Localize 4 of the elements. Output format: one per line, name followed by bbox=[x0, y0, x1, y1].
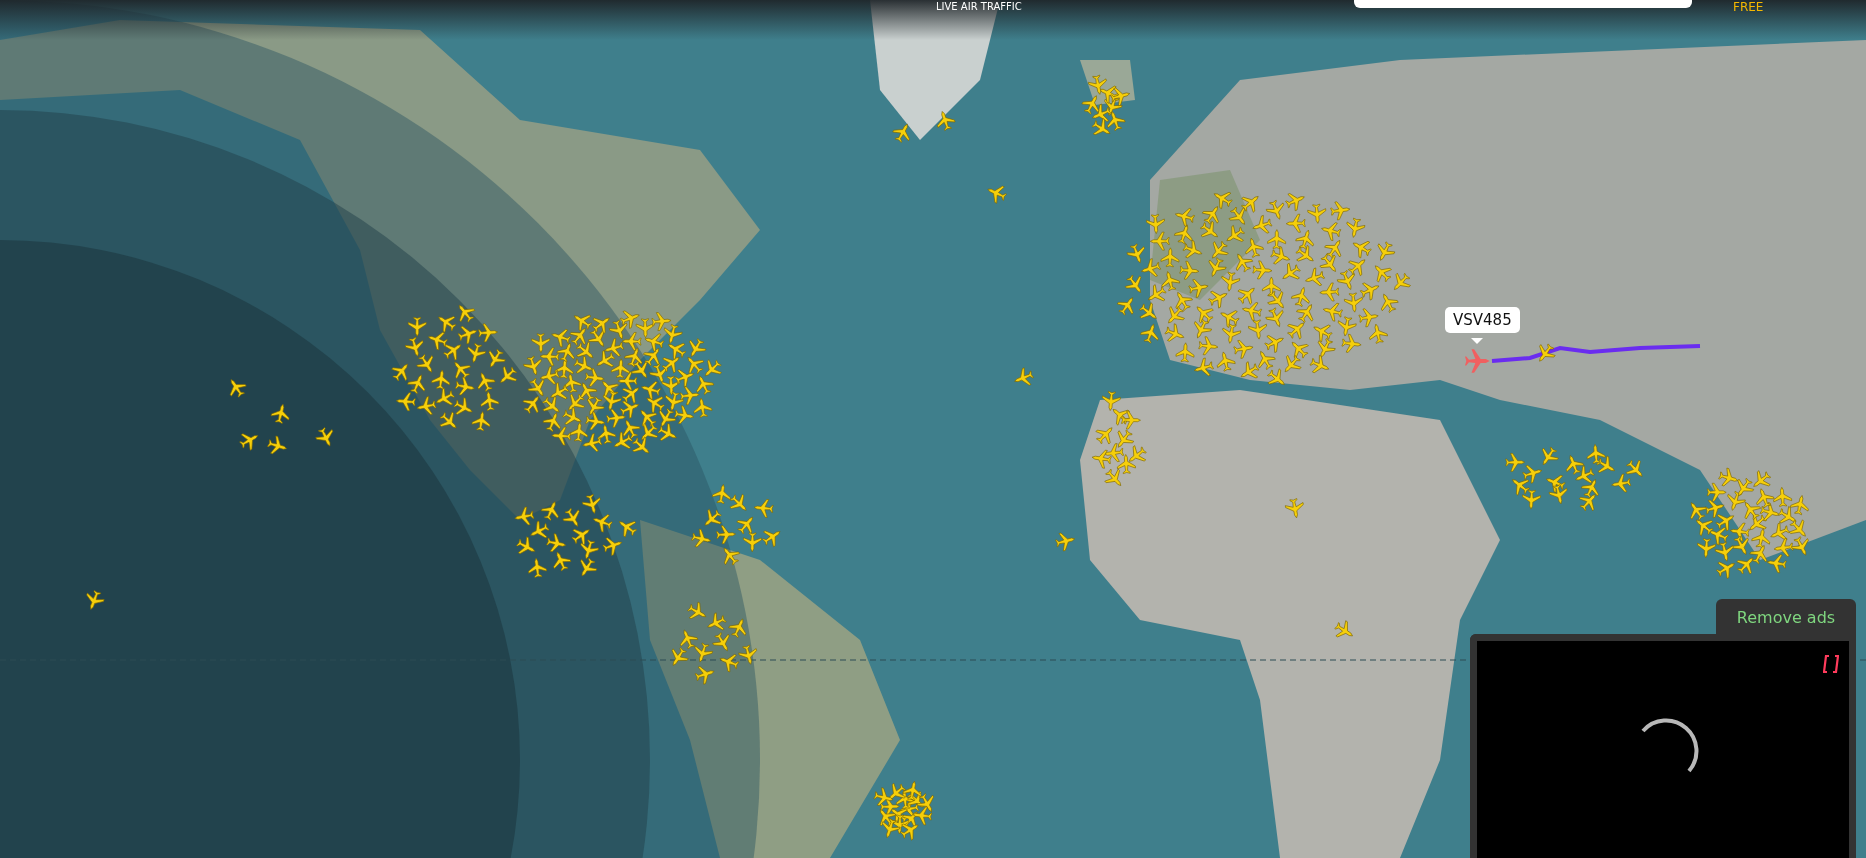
free-label: FREE bbox=[1733, 0, 1764, 14]
remove-ads-button[interactable]: Remove ads bbox=[1716, 599, 1856, 635]
flight-label[interactable]: VSV485 bbox=[1445, 307, 1520, 333]
tagline: LIVE AIR TRAFFIC bbox=[936, 1, 1022, 12]
